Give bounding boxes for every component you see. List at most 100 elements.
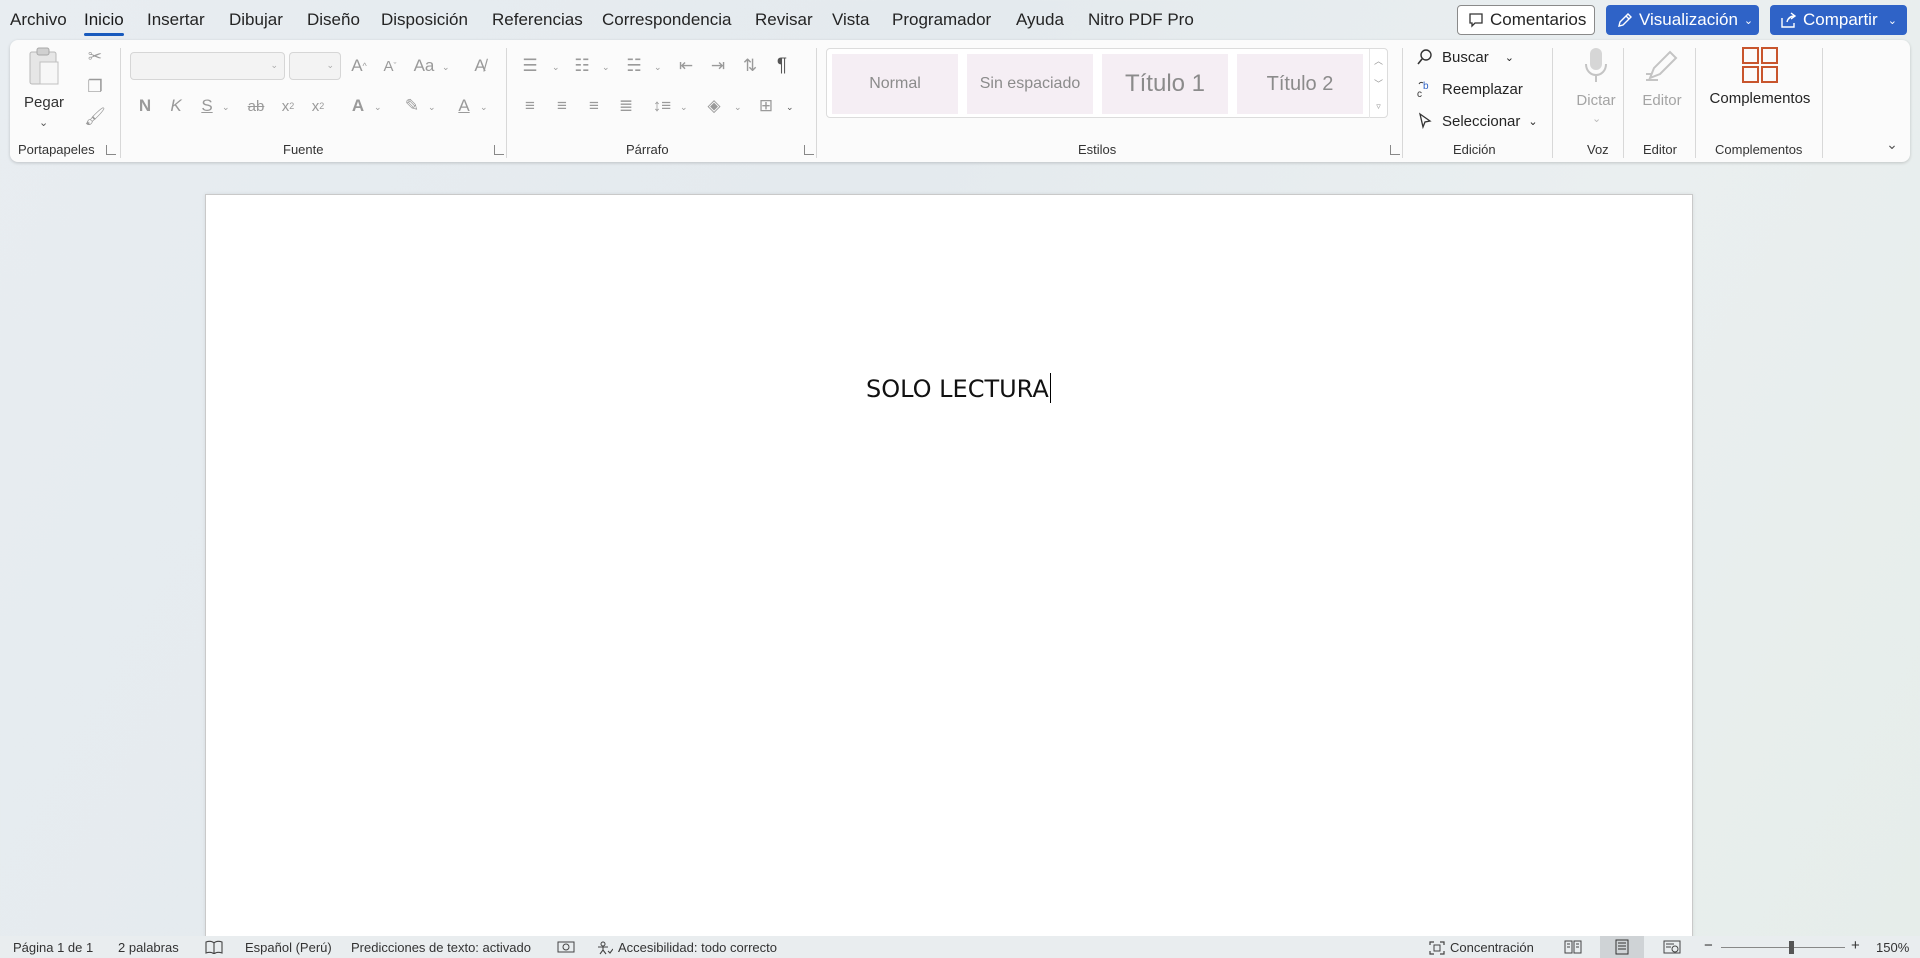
multilevel-list-icon[interactable]: ☵ bbox=[622, 54, 646, 78]
style-sin-espaciado[interactable]: Sin espaciado bbox=[967, 54, 1093, 114]
tab-nitro-pdf-pro[interactable]: Nitro PDF Pro bbox=[1088, 10, 1194, 30]
font-name-combo[interactable]: ⌄ bbox=[130, 52, 285, 80]
page-count[interactable]: Página 1 de 1 bbox=[13, 940, 93, 955]
font-color-icon[interactable]: A bbox=[452, 94, 476, 118]
chevron-down-icon: ⌄ bbox=[442, 62, 450, 72]
collapse-ribbon-icon[interactable]: ⌄ bbox=[1882, 134, 1902, 154]
sort-icon[interactable]: ⇅ bbox=[738, 54, 762, 78]
italic-button[interactable]: K bbox=[165, 94, 187, 118]
focus-mode-button[interactable]: Concentración bbox=[1429, 940, 1534, 955]
style-normal[interactable]: Normal bbox=[832, 54, 958, 114]
chevron-down-icon: ⌄ bbox=[1592, 113, 1602, 125]
text-predictions[interactable]: Predicciones de texto: activado bbox=[351, 940, 531, 955]
web-layout-icon[interactable] bbox=[1650, 936, 1694, 958]
group-separator bbox=[506, 48, 507, 158]
align-right-icon[interactable]: ≡ bbox=[582, 94, 606, 118]
proofing-book-icon[interactable] bbox=[205, 940, 223, 954]
microphone-icon bbox=[1585, 48, 1607, 82]
zoom-slider-thumb[interactable] bbox=[1789, 941, 1794, 954]
chevron-down-icon: ⌄ bbox=[480, 102, 488, 112]
tab-revisar[interactable]: Revisar bbox=[755, 10, 813, 30]
document-body-text[interactable]: SOLO LECTURA bbox=[866, 373, 1052, 403]
tab-correspondencia[interactable]: Correspondencia bbox=[602, 10, 731, 30]
tab-dibujar[interactable]: Dibujar bbox=[229, 10, 283, 30]
text-effects-icon[interactable]: A bbox=[346, 94, 370, 118]
numbering-icon[interactable]: ☷ bbox=[570, 54, 594, 78]
bold-button[interactable]: N bbox=[134, 94, 156, 118]
zoom-slider-track[interactable] bbox=[1721, 947, 1845, 948]
align-left-icon[interactable]: ≡ bbox=[518, 94, 542, 118]
document-page[interactable]: SOLO LECTURA bbox=[205, 194, 1693, 958]
shrink-font-icon[interactable]: Aˇ bbox=[378, 54, 402, 78]
dictate-button[interactable]: Dictar ⌄ bbox=[1566, 46, 1626, 136]
align-center-icon[interactable]: ≡ bbox=[550, 94, 574, 118]
bullets-icon[interactable]: ☰ bbox=[518, 54, 542, 78]
change-case-icon[interactable]: Aa bbox=[410, 54, 438, 78]
language[interactable]: Español (Perú) bbox=[245, 940, 332, 955]
line-spacing-icon[interactable]: ↕≡ bbox=[650, 94, 674, 118]
copy-icon[interactable]: ❐ bbox=[84, 76, 106, 98]
styles-more-icon[interactable]: ▿ bbox=[1369, 95, 1387, 118]
tab-disposicion[interactable]: Disposición bbox=[381, 10, 468, 30]
tab-insertar[interactable]: Insertar bbox=[147, 10, 205, 30]
accessibility-status[interactable]: Accesibilidad: todo correcto bbox=[597, 940, 777, 955]
addins-button[interactable]: Complementos bbox=[1705, 46, 1815, 136]
zoom-level[interactable]: 150% bbox=[1876, 940, 1909, 955]
tab-diseno[interactable]: Diseño bbox=[307, 10, 360, 30]
group-label-editing: Edición bbox=[1453, 142, 1496, 157]
view-mode-button[interactable]: Visualización ⌄ bbox=[1606, 5, 1759, 35]
read-mode-icon[interactable] bbox=[1551, 936, 1595, 958]
shading-icon[interactable]: ◈ bbox=[702, 94, 726, 118]
grow-font-icon[interactable]: A ^ bbox=[347, 54, 371, 78]
share-label: Compartir bbox=[1803, 10, 1878, 29]
group-label-voice: Voz bbox=[1587, 142, 1609, 157]
increase-indent-icon[interactable]: ⇥ bbox=[706, 54, 730, 78]
replace-button[interactable]: bc Reemplazar bbox=[1416, 80, 1523, 99]
styles-launcher-icon[interactable] bbox=[1390, 145, 1400, 155]
cut-icon[interactable]: ✂ bbox=[84, 46, 106, 68]
superscript-icon[interactable]: x2 bbox=[306, 94, 330, 118]
share-button[interactable]: Compartir ⌄ bbox=[1770, 5, 1907, 35]
zoom-out-icon[interactable]: − bbox=[1704, 937, 1713, 954]
font-launcher-icon[interactable] bbox=[494, 145, 504, 155]
font-size-combo[interactable]: ⌄ bbox=[289, 52, 341, 80]
ribbon: Pegar ⌄ ✂ ❐ 🖌 Portapapeles ⌄ ⌄ A ^ Aˇ Aa … bbox=[10, 40, 1910, 162]
accessibility-icon bbox=[598, 941, 613, 954]
select-button[interactable]: Seleccionar ⌄ bbox=[1416, 112, 1538, 130]
tab-ayuda[interactable]: Ayuda bbox=[1016, 10, 1064, 30]
clipboard-launcher-icon[interactable] bbox=[106, 145, 116, 155]
group-separator bbox=[1623, 48, 1624, 158]
styles-scroll-up-icon[interactable]: ︿ bbox=[1369, 49, 1387, 72]
zoom-in-icon[interactable]: + bbox=[1851, 937, 1860, 954]
clear-formatting-icon[interactable]: A̸ bbox=[468, 54, 492, 78]
style-titulo-2[interactable]: Título 2 bbox=[1237, 54, 1363, 114]
editor-button[interactable]: Editor bbox=[1634, 46, 1690, 136]
styles-scroll-down-icon[interactable]: ﹀ bbox=[1369, 72, 1387, 95]
justify-icon[interactable]: ≣ bbox=[614, 94, 638, 118]
show-formatting-icon[interactable]: ¶ bbox=[770, 54, 794, 78]
track-changes-icon[interactable] bbox=[557, 940, 575, 954]
tab-archivo[interactable]: Archivo bbox=[10, 10, 67, 30]
comments-label: Comentarios bbox=[1490, 10, 1587, 29]
strikethrough-button[interactable]: ab bbox=[244, 94, 268, 118]
underline-button[interactable]: S bbox=[196, 94, 218, 118]
chevron-down-icon: ⌄ bbox=[654, 62, 662, 72]
format-painter-icon[interactable]: 🖌 bbox=[84, 106, 106, 128]
tab-inicio[interactable]: Inicio bbox=[84, 10, 124, 36]
highlight-color-icon[interactable]: ✎ bbox=[400, 94, 424, 118]
comments-button[interactable]: Comentarios bbox=[1457, 5, 1595, 35]
tab-referencias[interactable]: Referencias bbox=[492, 10, 583, 30]
word-count[interactable]: 2 palabras bbox=[118, 940, 179, 955]
subscript-icon[interactable]: x2 bbox=[276, 94, 300, 118]
print-layout-icon[interactable] bbox=[1600, 936, 1644, 958]
tab-vista[interactable]: Vista bbox=[832, 10, 870, 30]
tab-programador[interactable]: Programador bbox=[892, 10, 991, 30]
paragraph-launcher-icon[interactable] bbox=[804, 145, 814, 155]
decrease-indent-icon[interactable]: ⇤ bbox=[674, 54, 698, 78]
find-button[interactable]: Buscar ⌄ bbox=[1416, 48, 1514, 66]
group-separator bbox=[120, 48, 121, 158]
replace-label: Reemplazar bbox=[1442, 80, 1523, 98]
paste-button[interactable]: Pegar ⌄ bbox=[24, 46, 64, 132]
borders-icon[interactable]: ⊞ bbox=[754, 94, 778, 118]
style-titulo-1[interactable]: Título 1 bbox=[1102, 54, 1228, 114]
